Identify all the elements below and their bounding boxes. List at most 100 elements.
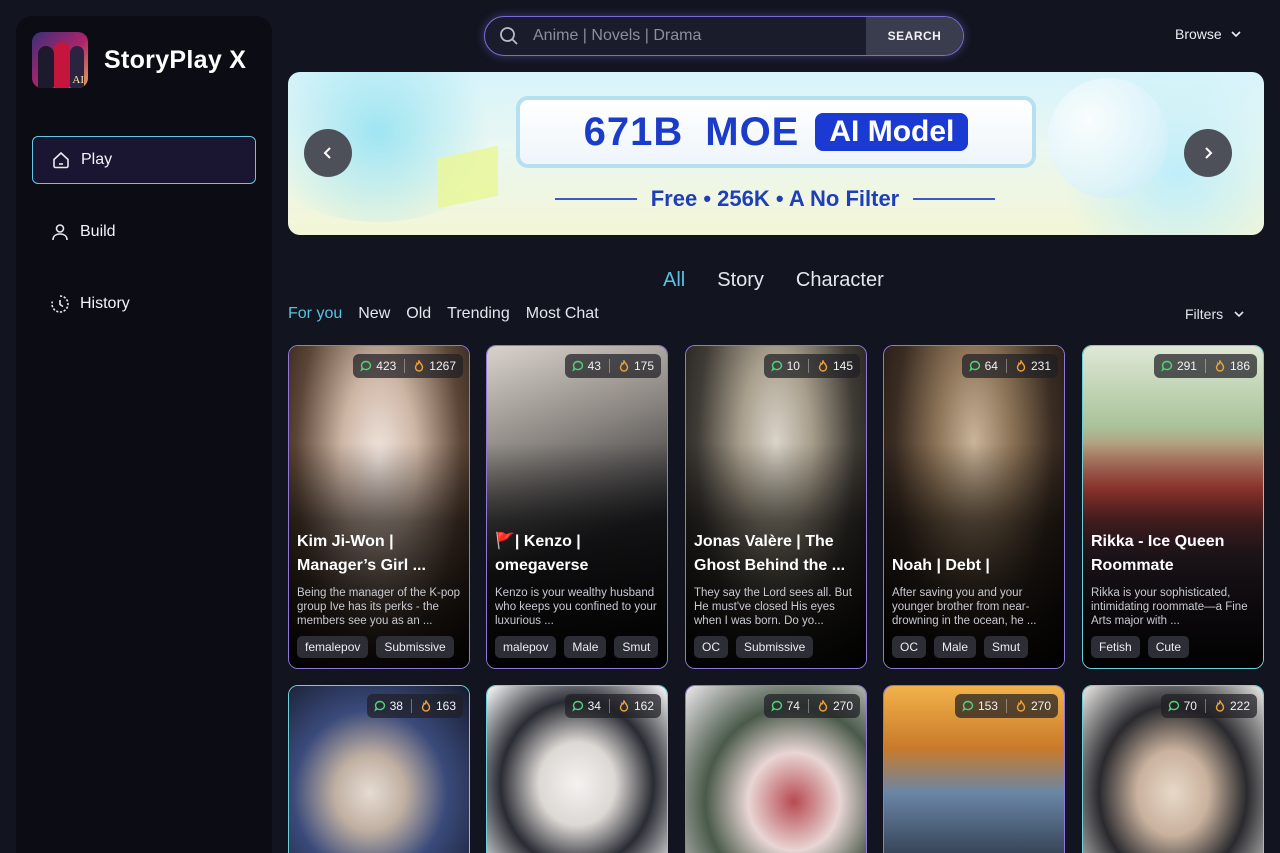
flame-icon <box>818 360 828 372</box>
card-tag[interactable]: Male <box>564 636 607 658</box>
card-tag[interactable]: Smut <box>614 636 659 658</box>
character-card[interactable]: 153 270 <box>883 685 1065 853</box>
chat-icon <box>1161 360 1173 372</box>
sort-trending[interactable]: Trending <box>447 305 510 323</box>
chat-count: 34 <box>587 699 601 713</box>
card-description: They say the Lord sees all. But He must'… <box>694 587 852 627</box>
browse-label: Browse <box>1175 26 1222 42</box>
card-tag[interactable]: OC <box>694 636 728 658</box>
character-card[interactable]: 10 145 Jonas Valère | The Ghost Behind t… <box>685 345 867 669</box>
sidebar-item-label: Play <box>81 151 113 168</box>
search-icon <box>485 17 533 55</box>
flame-icon <box>818 700 828 712</box>
card-tag[interactable]: Cute <box>1147 636 1190 658</box>
tab-all[interactable]: All <box>663 269 685 292</box>
sort-old[interactable]: Old <box>406 305 431 323</box>
chat-icon <box>571 700 583 712</box>
character-card[interactable]: 64 231 Noah | Debt | After saving you an… <box>883 345 1065 669</box>
promo-banner[interactable]: 671B MOE AI Model Free • 256K • A No Fil… <box>288 72 1264 235</box>
chevron-down-icon <box>1231 31 1241 38</box>
chat-icon <box>770 360 782 372</box>
card-tag[interactable]: Smut <box>984 636 1029 658</box>
card-tag[interactable]: malepov <box>495 636 557 658</box>
card-stats: 38 163 <box>366 694 463 718</box>
card-title: 🚩| Kenzo | omegaverse <box>495 533 589 574</box>
card-tag[interactable]: femalepov <box>297 636 369 658</box>
filters-label: Filters <box>1185 306 1224 322</box>
chat-icon <box>1167 700 1179 712</box>
character-card[interactable]: 74 270 <box>685 685 867 853</box>
sidebar-item-label: Build <box>80 223 116 240</box>
banner-next-button[interactable] <box>1184 129 1232 177</box>
history-icon <box>51 295 69 313</box>
card-stats: 70 222 <box>1160 694 1257 718</box>
banner-subline: Free • 256K • A No Filter <box>550 186 1000 212</box>
character-card[interactable]: 291 186 Rikka - Ice Queen Roommate Rikka… <box>1082 345 1264 669</box>
sort-new[interactable]: New <box>358 305 390 323</box>
tab-character[interactable]: Character <box>796 269 884 292</box>
card-tag[interactable]: Fetish <box>1091 636 1140 658</box>
search-input[interactable] <box>533 17 866 55</box>
sidebar: AI StoryPlay X Play Build History <box>16 16 272 853</box>
sidebar-item-build[interactable]: Build <box>32 208 256 256</box>
chat-icon <box>770 700 782 712</box>
character-card[interactable]: 43 175 🚩| Kenzo | omegaverse Kenzo is yo… <box>486 345 668 669</box>
flame-icon <box>619 360 629 372</box>
tab-story[interactable]: Story <box>717 269 764 292</box>
card-description: Being the manager of the K-pop group Ive… <box>297 587 461 627</box>
character-card[interactable]: 34 162 <box>486 685 668 853</box>
card-stats: 10 145 <box>763 354 860 378</box>
search-bar: SEARCH <box>484 16 964 56</box>
like-count: 270 <box>832 699 853 713</box>
banner-headline-pill: AI Model <box>815 113 969 151</box>
chat-icon <box>373 700 385 712</box>
card-stats: 423 1267 <box>353 354 463 378</box>
sidebar-item-history[interactable]: History <box>32 280 256 328</box>
card-tag[interactable]: Male <box>934 636 977 658</box>
brand-row[interactable]: AI StoryPlay X <box>32 32 246 88</box>
app-logo: AI <box>32 32 88 88</box>
browse-dropdown[interactable]: Browse <box>1175 26 1242 42</box>
sort-for-you[interactable]: For you <box>288 305 342 323</box>
chat-count: 291 <box>1176 359 1197 373</box>
search-button[interactable]: SEARCH <box>866 17 963 55</box>
sidebar-item-play[interactable]: Play <box>32 136 256 184</box>
sort-most-chat[interactable]: Most Chat <box>526 305 599 323</box>
chat-count: 74 <box>786 699 800 713</box>
card-title: Rikka - Ice Queen Roommate <box>1091 533 1225 574</box>
character-card[interactable]: 38 163 <box>288 685 470 853</box>
flame-icon <box>1016 360 1026 372</box>
like-count: 222 <box>1229 699 1250 713</box>
flame-icon <box>1016 700 1026 712</box>
content-tabs: All Story Character <box>663 269 916 292</box>
chat-icon <box>962 700 974 712</box>
card-tag[interactable]: Submissive <box>376 636 454 658</box>
like-count: 162 <box>633 699 654 713</box>
flame-icon <box>415 360 424 372</box>
card-stats: 74 270 <box>763 694 860 718</box>
banner-headline: 671B MOE AI Model <box>516 96 1036 168</box>
chevron-down-icon <box>1234 311 1244 318</box>
like-count: 1267 <box>429 359 456 373</box>
flame-icon <box>1215 700 1225 712</box>
filters-dropdown[interactable]: Filters <box>1185 306 1245 322</box>
home-icon <box>53 151 69 169</box>
like-count: 163 <box>435 699 456 713</box>
card-stats: 291 186 <box>1153 354 1257 378</box>
chat-icon <box>968 360 980 372</box>
chat-icon <box>571 360 583 372</box>
banner-prev-button[interactable] <box>304 129 352 177</box>
character-card[interactable]: 70 222 <box>1082 685 1264 853</box>
decor-sphere <box>1048 78 1168 198</box>
card-title: Kim Ji-Won | Manager’s Girl ... <box>297 533 426 574</box>
card-tag[interactable]: OC <box>892 636 926 658</box>
card-stats: 43 175 <box>564 354 661 378</box>
like-count: 231 <box>1030 359 1051 373</box>
card-tag[interactable]: Submissive <box>736 636 814 658</box>
chat-count: 10 <box>786 359 800 373</box>
flame-icon <box>619 700 629 712</box>
chat-count: 70 <box>1183 699 1197 713</box>
chat-count: 64 <box>984 359 998 373</box>
character-card[interactable]: 423 1267 Kim Ji-Won | Manager’s Girl ...… <box>288 345 470 669</box>
chat-count: 153 <box>977 699 998 713</box>
